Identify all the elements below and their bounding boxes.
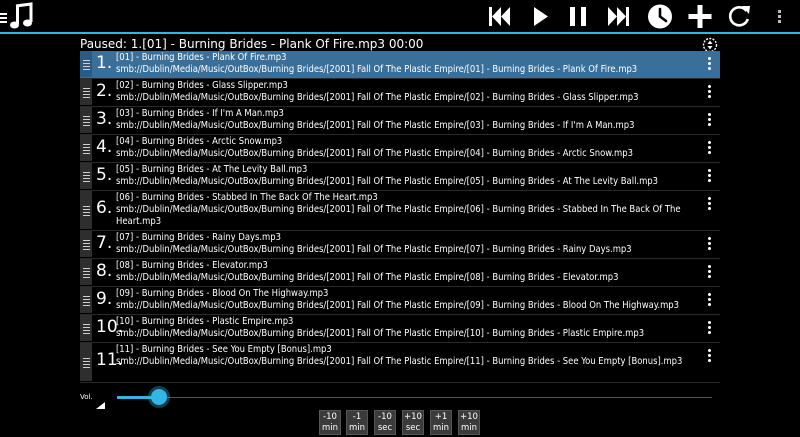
action-bar-divider: [0, 32, 800, 34]
seek-amount: -10: [378, 412, 392, 422]
track-number: 3.: [96, 109, 113, 129]
drag-handle-icon[interactable]: [80, 191, 92, 229]
track-path: smb://Dublin/Media/Music/OutBox/Burning …: [116, 300, 680, 311]
seek-forward-button[interactable]: +1 min: [430, 410, 452, 435]
track-title: [05] - Burning Brides - At The Levity Ba…: [116, 164, 308, 175]
refresh-icon[interactable]: [721, 0, 757, 32]
playlist-row[interactable]: 6. [06] - Burning Brides - Stabbed In The…: [80, 191, 720, 231]
track-path: smb://Dublin/Media/Music/OutBox/Burning …: [116, 356, 683, 367]
seek-back-button[interactable]: -10 sec: [374, 410, 396, 435]
playlist: 1. [01] - Burning Brides - Plank Of Fire.…: [80, 51, 720, 383]
track-menu-icon[interactable]: [708, 113, 712, 127]
track-title: [06] - Burning Brides - Stabbed In The B…: [116, 192, 378, 203]
drag-handle-icon[interactable]: [80, 343, 92, 381]
track-menu-icon[interactable]: [708, 57, 712, 71]
track-number: 9.: [96, 289, 113, 309]
volume-slider-thumb[interactable]: [150, 389, 167, 405]
drag-handle-icon[interactable]: [80, 315, 92, 341]
track-menu-icon[interactable]: [708, 321, 712, 335]
track-menu-icon[interactable]: [708, 237, 712, 251]
seek-unit: sec: [377, 423, 393, 433]
drag-handle-icon[interactable]: [80, 259, 92, 285]
seek-amount: +10: [460, 412, 478, 422]
playlist-row[interactable]: 9. [09] - Burning Brides - Blood On The H…: [80, 287, 720, 315]
skip-previous-icon[interactable]: [481, 0, 517, 32]
track-title: [09] - Burning Brides - Blood On The Hig…: [116, 288, 329, 299]
track-path: smb://Dublin/Media/Music/OutBox/Burning …: [116, 204, 681, 227]
pause-icon[interactable]: [561, 0, 597, 32]
seek-amount: -10: [323, 412, 337, 422]
playlist-row[interactable]: 8. [08] - Burning Brides - Elevator.mp3 sm…: [80, 259, 720, 287]
playlist-row[interactable]: 10. [10] - Burning Brides - Plastic Empir…: [80, 315, 720, 343]
track-menu-icon[interactable]: [708, 265, 712, 279]
track-number: 2.: [96, 81, 113, 101]
track-path: smb://Dublin/Media/Music/OutBox/Burning …: [116, 92, 639, 103]
seek-forward-button[interactable]: +10 sec: [402, 410, 424, 435]
seek-amount: +10: [404, 412, 422, 422]
seek-forward-button[interactable]: +10 min: [458, 410, 480, 435]
seek-unit: min: [460, 423, 478, 433]
track-menu-icon[interactable]: [708, 141, 712, 155]
play-icon[interactable]: [522, 0, 558, 32]
playlist-row[interactable]: 1. [01] - Burning Brides - Plank Of Fire.…: [80, 51, 720, 79]
add-icon[interactable]: [682, 0, 718, 32]
volume-label: Vol.: [80, 393, 93, 401]
drag-handle-icon[interactable]: [80, 51, 92, 77]
drag-handle-icon[interactable]: [80, 79, 92, 105]
sleep-timer-icon[interactable]: [642, 0, 678, 32]
playlist-row[interactable]: 2. [02] - Burning Brides - Glass Slipper.…: [80, 79, 720, 107]
track-title: [01] - Burning Brides - Plank Of Fire.mp…: [116, 52, 287, 63]
track-number: 8.: [96, 261, 113, 281]
track-path: smb://Dublin/Media/Music/OutBox/Burning …: [116, 328, 645, 339]
track-title: [03] - Burning Brides - If I'm A Man.mp3: [116, 108, 284, 119]
playlist-row[interactable]: 7. [07] - Burning Brides - Rainy Days.mp3…: [80, 231, 720, 259]
track-menu-icon[interactable]: [708, 85, 712, 99]
skip-next-icon[interactable]: [601, 0, 637, 32]
volume-slider-track[interactable]: [117, 397, 712, 398]
music-note-icon[interactable]: [0, 2, 36, 32]
seek-unit: min: [321, 423, 339, 433]
seek-unit: min: [432, 423, 450, 433]
drag-handle-icon[interactable]: [80, 135, 92, 161]
track-number: 5.: [96, 165, 113, 185]
track-path: smb://Dublin/Media/Music/OutBox/Burning …: [116, 176, 659, 187]
playlist-row[interactable]: 4. [04] - Burning Brides - Arctic Snow.mp…: [80, 135, 720, 163]
seek-back-button[interactable]: -10 min: [319, 410, 341, 435]
track-menu-icon[interactable]: [708, 169, 712, 183]
track-title: [11] - Burning Brides - See You Empty [B…: [116, 344, 332, 355]
seek-unit: min: [348, 423, 366, 433]
volume-icon[interactable]: [96, 394, 105, 409]
track-title: [02] - Burning Brides - Glass Slipper.mp…: [116, 80, 288, 91]
track-number: 4.: [96, 137, 113, 157]
drag-handle-icon[interactable]: [80, 287, 92, 313]
action-bar: [0, 0, 800, 34]
track-number: 6.: [96, 198, 113, 218]
track-title: [07] - Burning Brides - Rainy Days.mp3: [116, 232, 281, 243]
seek-amount: -1: [352, 412, 362, 422]
playlist-row[interactable]: 3. [03] - Burning Brides - If I'm A Man.m…: [80, 107, 720, 135]
track-path: smb://Dublin/Media/Music/OutBox/Burning …: [116, 64, 638, 75]
seek-back-button[interactable]: -1 min: [346, 410, 368, 435]
track-path: smb://Dublin/Media/Music/OutBox/Burning …: [116, 272, 619, 283]
overflow-menu-icon[interactable]: [762, 0, 798, 32]
drag-handle-icon[interactable]: [80, 107, 92, 133]
playlist-row[interactable]: 11. [11] - Burning Brides - See You Empty…: [80, 343, 720, 383]
seek-amount: +1: [434, 412, 448, 422]
track-title: [08] - Burning Brides - Elevator.mp3: [116, 260, 268, 271]
drag-handle-icon[interactable]: [80, 163, 92, 189]
drag-handle-icon[interactable]: [80, 231, 92, 257]
playlist-row[interactable]: 5. [05] - Burning Brides - At The Levity …: [80, 163, 720, 191]
track-menu-icon[interactable]: [708, 293, 712, 307]
track-title: [10] - Burning Brides - Plastic Empire.m…: [116, 316, 294, 327]
seek-unit: sec: [405, 423, 421, 433]
track-menu-icon[interactable]: [708, 349, 712, 363]
track-number: 1.: [96, 53, 113, 73]
track-path: smb://Dublin/Media/Music/OutBox/Burning …: [116, 120, 635, 131]
track-title: [04] - Burning Brides - Arctic Snow.mp3: [116, 136, 283, 147]
track-number: 7.: [96, 233, 113, 253]
track-path: smb://Dublin/Media/Music/OutBox/Burning …: [116, 148, 633, 159]
track-menu-icon[interactable]: [708, 197, 712, 211]
now-playing-status: Paused: 1.[01] - Burning Brides - Plank …: [80, 37, 424, 51]
track-path: smb://Dublin/Media/Music/OutBox/Burning …: [116, 244, 632, 255]
